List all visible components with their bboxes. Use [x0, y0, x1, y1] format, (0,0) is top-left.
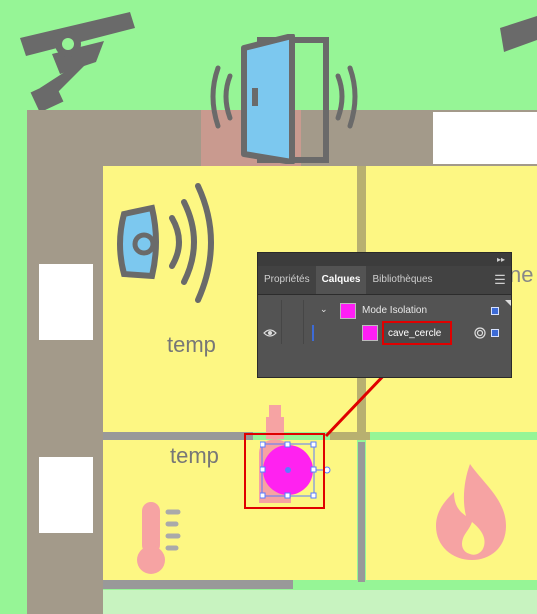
layer-name-field[interactable]: cave_cercle	[382, 321, 452, 345]
tab-bibliotheques[interactable]: Bibliothèques	[366, 266, 438, 294]
smart-doorbell-icon	[117, 183, 214, 303]
security-camera-icon	[20, 12, 135, 110]
layer-color-bar	[312, 325, 314, 341]
corner-triangle-icon	[505, 300, 511, 306]
expand-chevron-icon[interactable]: ⌄	[320, 304, 328, 315]
layer-group-thumbnail	[340, 303, 356, 319]
eye-icon[interactable]	[263, 328, 277, 338]
window-left-lower	[37, 455, 95, 535]
room-label-upper: temp	[167, 332, 216, 357]
tab-proprietes[interactable]: Propriétés	[258, 266, 316, 294]
tabs-spacer	[439, 266, 489, 294]
layer-item-row[interactable]: cave_cercle	[258, 321, 511, 345]
security-camera-icon-partial	[500, 16, 537, 52]
window-left-upper	[37, 262, 95, 342]
partition-horizontal-left	[103, 432, 253, 440]
room-label-lower: temp	[170, 443, 219, 468]
wall-outer-left	[27, 110, 103, 614]
layer-group-name[interactable]: Mode Isolation	[362, 305, 427, 316]
visibility-cell[interactable]	[258, 300, 282, 322]
panel-tabs: Propriétés Calques Bibliothèques ☰	[258, 266, 511, 295]
partition-vertical-lower	[358, 442, 365, 582]
layer-thumbnail	[362, 325, 378, 341]
object-highlight-box	[244, 433, 325, 509]
panel-title-bar[interactable]: ▸▸	[258, 253, 511, 266]
collapse-panel-icon[interactable]: ▸▸	[497, 253, 505, 266]
target-circle-icon[interactable]	[474, 327, 486, 339]
thermometer-icon	[137, 502, 181, 574]
layer-group-row[interactable]: ⌄ Mode Isolation	[258, 300, 511, 322]
selection-indicator-icon[interactable]	[491, 307, 499, 315]
layer-name-text: cave_cercle	[388, 328, 442, 339]
tab-calques[interactable]: Calques	[315, 266, 367, 294]
layers-panel[interactable]: ▸▸ Propriétés Calques Bibliothèques ☰ ⌄ …	[257, 252, 512, 378]
fire-icon	[436, 464, 506, 560]
lock-cell[interactable]	[282, 322, 304, 344]
panel-menu-icon[interactable]: ☰	[489, 266, 511, 294]
bottom-room-edge	[103, 590, 537, 614]
selection-indicator-icon[interactable]	[491, 329, 499, 337]
wall-bottom-strip	[103, 580, 293, 589]
door-sensor-icon	[210, 34, 358, 164]
window-top-right	[433, 112, 537, 164]
room-label-partial: ne	[509, 262, 534, 287]
visibility-cell[interactable]	[258, 322, 282, 344]
lock-cell[interactable]	[282, 300, 304, 322]
